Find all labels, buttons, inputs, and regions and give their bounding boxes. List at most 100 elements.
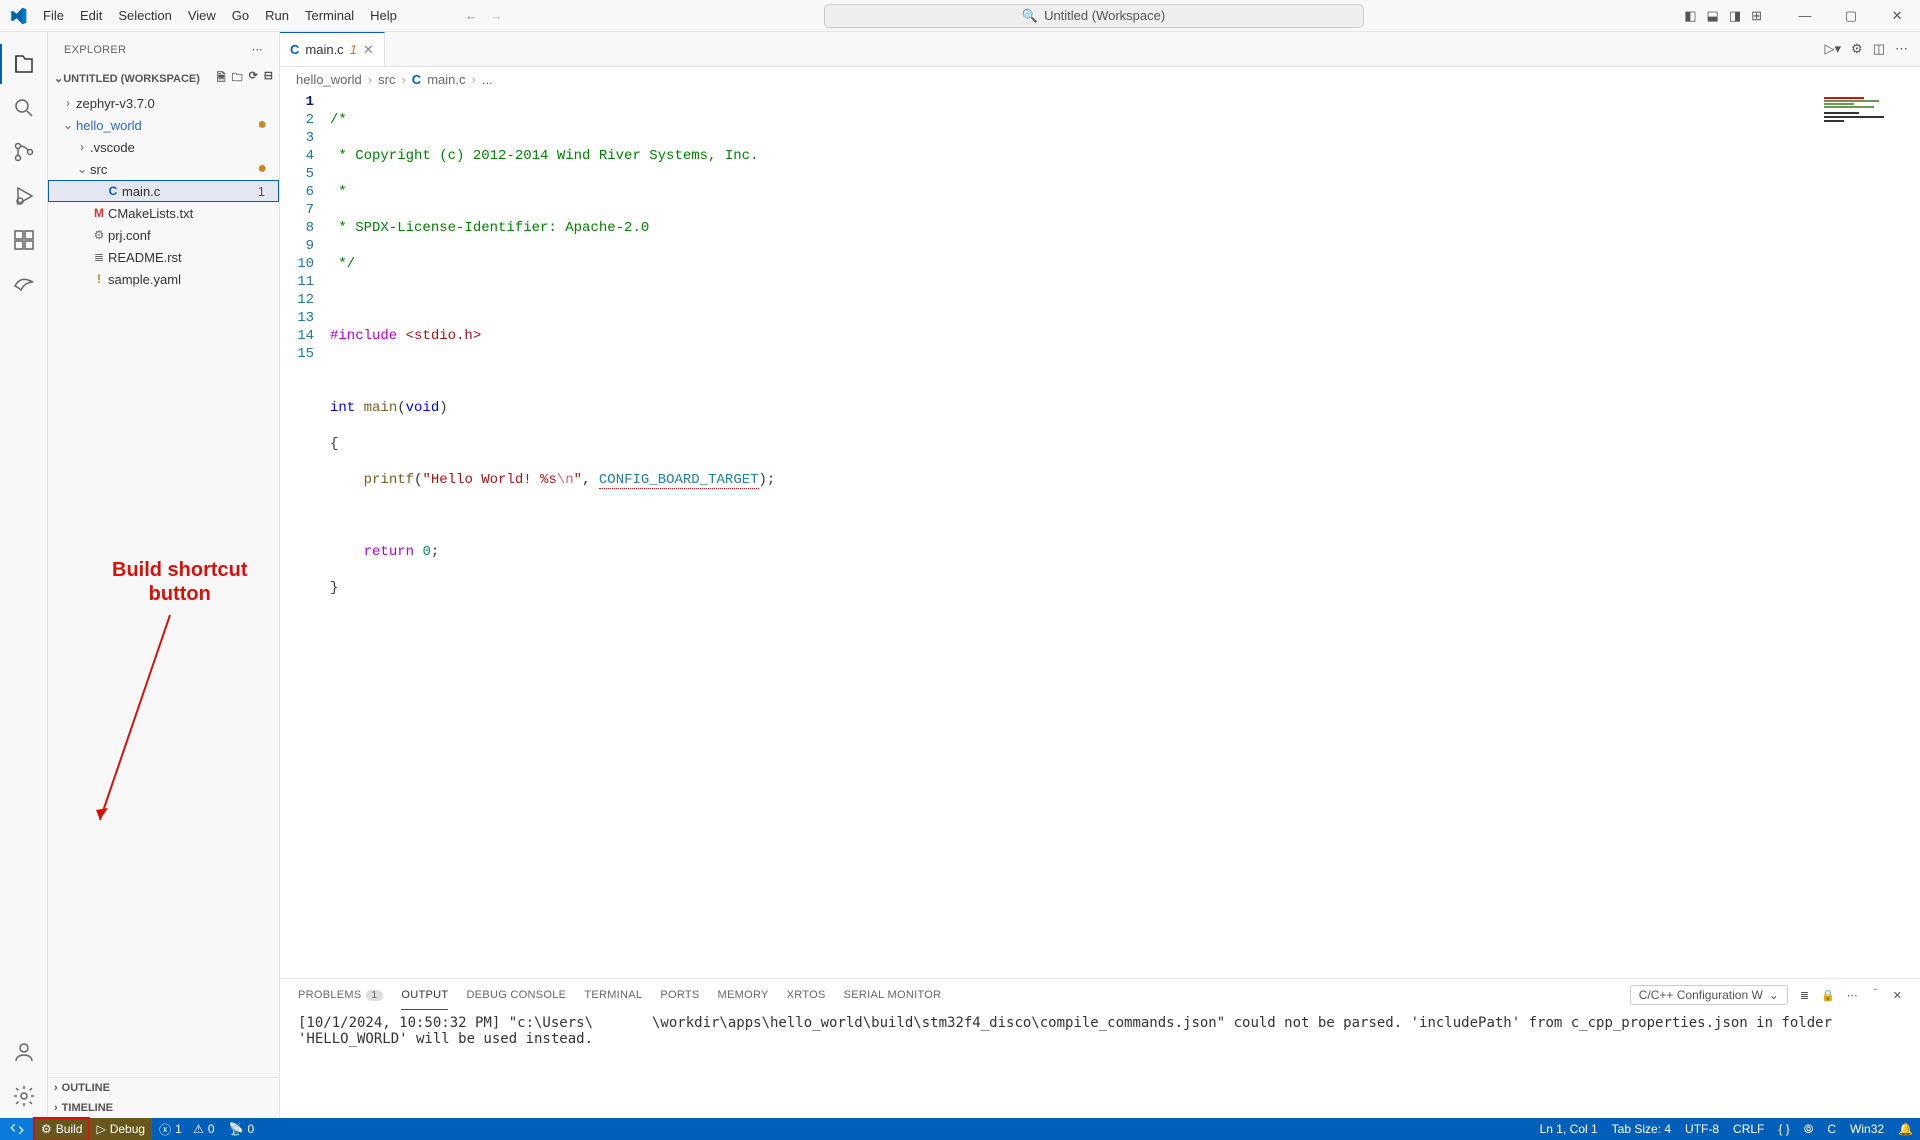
tree-file-main-c[interactable]: Cmain.c1 — [48, 180, 279, 202]
status-problems[interactable]: ⓧ1 ⚠0 — [152, 1118, 222, 1140]
text-file-icon: ≣ — [90, 250, 108, 264]
explorer-icon[interactable] — [0, 42, 48, 86]
panel-tab-serial-monitor[interactable]: SERIAL MONITOR — [844, 985, 942, 1005]
panel-tabs: PROBLEMS1 OUTPUT DEBUG CONSOLE TERMINAL … — [280, 979, 1920, 1011]
lock-icon[interactable]: 🔒 — [1821, 989, 1835, 1002]
output-channel-select[interactable]: C/C++ Configuration W⌄ — [1630, 985, 1788, 1005]
status-cursor-position[interactable]: Ln 1, Col 1 — [1533, 1118, 1605, 1140]
debug-button[interactable]: ▷Debug — [89, 1118, 152, 1140]
customize-layout-icon[interactable]: ⊞ — [1751, 8, 1762, 24]
menu-go[interactable]: Go — [224, 0, 257, 32]
more-actions-icon[interactable]: ⋯ — [1895, 41, 1908, 57]
panel-tab-debug-console[interactable]: DEBUG CONSOLE — [466, 985, 566, 1005]
menu-selection[interactable]: Selection — [110, 0, 179, 32]
panel-tab-xrtos[interactable]: XRTOS — [787, 985, 826, 1005]
minimize-icon[interactable]: — — [1782, 0, 1828, 32]
timeline-section[interactable]: ›TIMELINE — [48, 1098, 279, 1118]
panel-close-icon[interactable]: ✕ — [1893, 989, 1902, 1002]
workspace-name: UNTITLED (WORKSPACE) — [63, 73, 200, 85]
layout-controls: ◧ ⬓ ◨ ⊞ — [1684, 8, 1762, 24]
search-activity-icon[interactable] — [0, 86, 48, 130]
menu-terminal[interactable]: Terminal — [297, 0, 362, 32]
code-content[interactable]: /* * Copyright (c) 2012-2014 Wind River … — [330, 91, 1920, 978]
gear-icon[interactable]: ⚙ — [1851, 41, 1863, 57]
tree-file-sample-yaml[interactable]: !sample.yaml — [48, 268, 279, 290]
tree-file-readme[interactable]: ≣README.rst — [48, 246, 279, 268]
breadcrumb-item[interactable]: src — [378, 72, 395, 87]
panel-tab-ports[interactable]: PORTS — [660, 985, 699, 1005]
tree-folder-src[interactable]: ⌄src● — [48, 158, 279, 180]
tab-close-icon[interactable]: ✕ — [363, 42, 374, 58]
breadcrumb-item[interactable]: main.c — [427, 72, 465, 87]
tree-file-prj-conf[interactable]: ⚙prj.conf — [48, 224, 279, 246]
panel-tab-output[interactable]: OUTPUT — [401, 985, 448, 1005]
toggle-secondary-sidebar-icon[interactable]: ◨ — [1729, 8, 1741, 24]
tree-folder-vscode[interactable]: ›.vscode — [48, 136, 279, 158]
extensions-icon[interactable] — [0, 218, 48, 262]
menu-help[interactable]: Help — [362, 0, 405, 32]
chevron-down-icon: ⌄ — [74, 162, 90, 176]
panel-tab-memory[interactable]: MEMORY — [718, 985, 769, 1005]
minimap[interactable] — [1820, 91, 1920, 978]
title-bar: File Edit Selection View Go Run Terminal… — [0, 0, 1920, 32]
chevron-down-icon: ⌄ — [1769, 988, 1779, 1002]
remote-indicator[interactable] — [0, 1118, 34, 1140]
code-editor[interactable]: 123456789101112131415 /* * Copyright (c)… — [280, 91, 1920, 978]
c-file-icon: C — [104, 184, 122, 198]
nav-back-icon[interactable]: ← — [465, 8, 478, 23]
breadcrumb-item[interactable]: hello_world — [296, 72, 362, 87]
menu-edit[interactable]: Edit — [72, 0, 110, 32]
panel-tab-terminal[interactable]: TERMINAL — [584, 985, 642, 1005]
chevron-right-icon: › — [54, 1082, 58, 1094]
run-debug-icon[interactable] — [0, 174, 48, 218]
settings-gear-icon[interactable] — [0, 1074, 48, 1118]
menu-run[interactable]: Run — [257, 0, 297, 32]
nav-forward-icon[interactable]: → — [490, 8, 503, 23]
new-file-icon[interactable]: 🗎 — [217, 69, 226, 88]
maximize-icon[interactable]: ▢ — [1828, 0, 1874, 32]
panel-tab-problems[interactable]: PROBLEMS1 — [298, 985, 383, 1005]
zephyr-icon[interactable] — [0, 262, 48, 306]
status-tab-size[interactable]: Tab Size: 4 — [1605, 1118, 1678, 1140]
menu-view[interactable]: View — [180, 0, 224, 32]
toggle-primary-sidebar-icon[interactable]: ◧ — [1684, 8, 1696, 24]
command-center[interactable]: 🔍 Untitled (Workspace) — [824, 4, 1364, 28]
tree-file-cmakelists[interactable]: MCMakeLists.txt — [48, 202, 279, 224]
outline-section[interactable]: ›OUTLINE — [48, 1078, 279, 1098]
output-body[interactable]: [10/1/2024, 10:50:32 PM] "c:\Users\ \wor… — [280, 1011, 1920, 1118]
status-braces-icon[interactable]: { } — [1771, 1118, 1796, 1140]
nav-arrows: ← → — [465, 8, 503, 23]
problem-badge: 1 — [258, 184, 265, 199]
run-split-icon[interactable]: ▷▾ — [1825, 41, 1842, 57]
status-encoding[interactable]: UTF-8 — [1678, 1118, 1726, 1140]
status-ports[interactable]: 📡0 — [222, 1118, 262, 1140]
chevron-up-icon[interactable]: ＾ — [1870, 987, 1881, 1003]
source-control-icon[interactable] — [0, 130, 48, 174]
breadcrumb-item[interactable]: ... — [482, 72, 493, 87]
more-icon[interactable]: ⋯ — [1847, 989, 1858, 1002]
line-gutter: 123456789101112131415 — [280, 91, 330, 978]
new-folder-icon[interactable]: 🗀 — [232, 69, 243, 88]
accounts-icon[interactable] — [0, 1030, 48, 1074]
sidebar-bottom-sections: ›OUTLINE ›TIMELINE — [48, 1077, 279, 1118]
collapse-icon[interactable]: ⊟ — [264, 69, 273, 88]
breadcrumbs[interactable]: hello_world› src› C main.c› ... — [280, 67, 1920, 91]
status-eol[interactable]: CRLF — [1726, 1118, 1771, 1140]
refresh-icon[interactable]: ⟳ — [249, 69, 258, 88]
editor-tab-main-c[interactable]: C main.c 1 ✕ — [280, 32, 385, 66]
status-win32[interactable]: Win32 — [1843, 1118, 1891, 1140]
build-button[interactable]: ⚙Build — [34, 1118, 89, 1140]
split-editor-icon[interactable]: ◫ — [1873, 41, 1885, 57]
status-notifications-icon[interactable]: 🔔 — [1891, 1118, 1920, 1140]
menu-file[interactable]: File — [35, 0, 72, 32]
status-language[interactable]: C — [1820, 1118, 1843, 1140]
close-icon[interactable]: ✕ — [1874, 0, 1920, 32]
explorer-more-icon[interactable]: ⋯ — [252, 43, 263, 56]
filter-icon[interactable]: ≣ — [1800, 989, 1809, 1002]
status-language-extra-icon[interactable]: ⦾ — [1797, 1118, 1821, 1140]
c-file-icon: C — [290, 42, 299, 57]
workspace-header[interactable]: ⌄ UNTITLED (WORKSPACE) 🗎 🗀 ⟳ ⊟ — [48, 67, 279, 90]
tree-folder-zephyr[interactable]: ›zephyr-v3.7.0 — [48, 92, 279, 114]
toggle-panel-icon[interactable]: ⬓ — [1707, 8, 1719, 24]
tree-folder-hello-world[interactable]: ⌄hello_world● — [48, 114, 279, 136]
